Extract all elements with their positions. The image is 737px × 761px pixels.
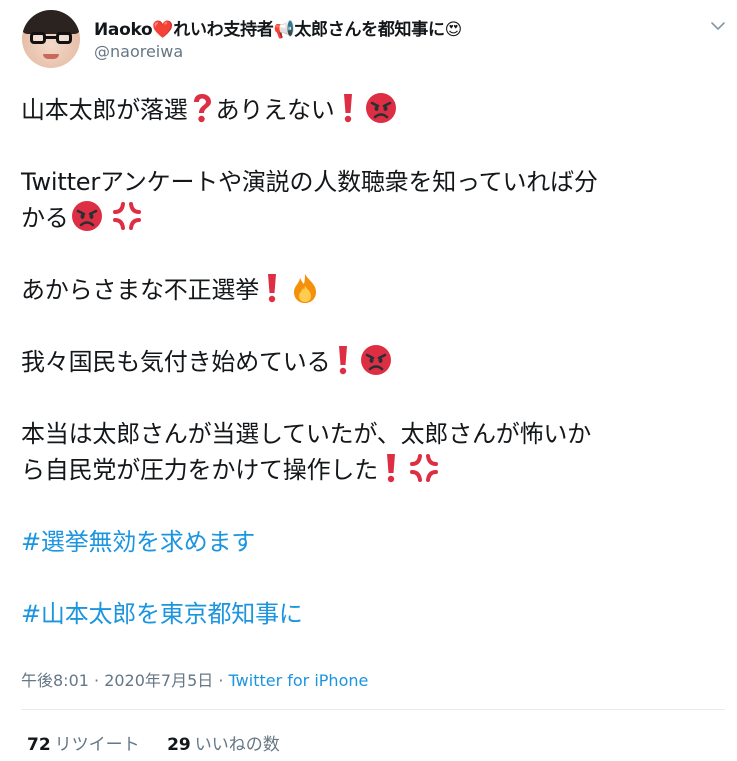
text-segment: かる [21,204,69,232]
paragraph-hashtag-1: #選挙無効を求めます [21,524,721,560]
retweets-label: リツイート [54,735,140,755]
exclamation-icon [336,344,350,376]
timestamp[interactable]: 午後8:01 · 2020年7月5日 · [21,671,229,690]
avatar-mouth [43,54,59,59]
display-name[interactable]: Иaoko❤️れいわ支持者📢太郎さんを都知事に😍 [94,15,462,40]
retweets-count: 72 [27,735,51,755]
text-segment: あからさまな不正選挙 [21,276,259,304]
angry-face-icon [365,92,397,124]
divider [21,709,725,710]
likes-stat[interactable]: 29 いいねの数 [167,735,280,755]
text-segment: Twitterアンケートや演説の人数聴衆を知っていれば分 [21,168,598,196]
text-segment: ありえない [215,96,335,124]
exclamation-icon [384,452,398,484]
paragraph-2: Twitterアンケートや演説の人数聴衆を知っていれば分 かる [21,164,721,236]
avatar-glasses [30,32,72,46]
exclamation-icon [341,92,355,124]
likes-label: いいねの数 [194,735,280,755]
paragraph-3: あからさまな不正選挙 [21,272,721,308]
retweets-stat[interactable]: 72 リツイート [27,735,140,755]
tweet-text: 山本太郎が落選 ありえない Twitterアンケートや演説の人数聴衆を知っていれば… [21,92,721,632]
question-icon [190,92,214,124]
hashtag-link[interactable]: #山本太郎を東京都知事に [21,600,303,628]
text-segment: 本当は太郎さんが当選していたが、太郎さんが怖いか [21,420,591,448]
paragraph-1: 山本太郎が落選 ありえない [21,92,721,128]
avatar-hair [22,10,80,34]
likes-count: 29 [167,735,191,755]
chevron-down-icon[interactable] [710,18,726,34]
anger-symbol-icon [408,452,440,484]
exclamation-icon [265,272,279,304]
tweet-meta: 午後8:01 · 2020年7月5日 · Twitter for iPhone [21,667,368,691]
user-handle[interactable]: @naoreiwa [94,42,183,61]
text-segment: ら自民党が圧力をかけて操作した [21,456,378,484]
tweet-card: Иaoko❤️れいわ支持者📢太郎さんを都知事に😍 @naoreiwa 山本太郎が… [0,0,737,761]
avatar[interactable] [22,10,80,68]
paragraph-5: 本当は太郎さんが当選していたが、太郎さんが怖いか ら自民党が圧力をかけて操作した [21,416,721,488]
paragraph-hashtag-2: #山本太郎を東京都知事に [21,596,721,632]
text-segment: 山本太郎が落選 [21,96,188,124]
angry-face-icon [360,344,392,376]
text-segment: 我々国民も気付き始めている [21,348,331,376]
anger-symbol-icon [111,200,143,232]
paragraph-4: 我々国民も気付き始めている [21,344,721,380]
fire-icon [289,272,321,304]
tweet-stats: 72 リツイート 29 いいねの数 [27,730,302,755]
source-link[interactable]: Twitter for iPhone [229,671,369,690]
hashtag-link[interactable]: #選挙無効を求めます [21,528,255,556]
angry-face-icon [71,200,103,232]
